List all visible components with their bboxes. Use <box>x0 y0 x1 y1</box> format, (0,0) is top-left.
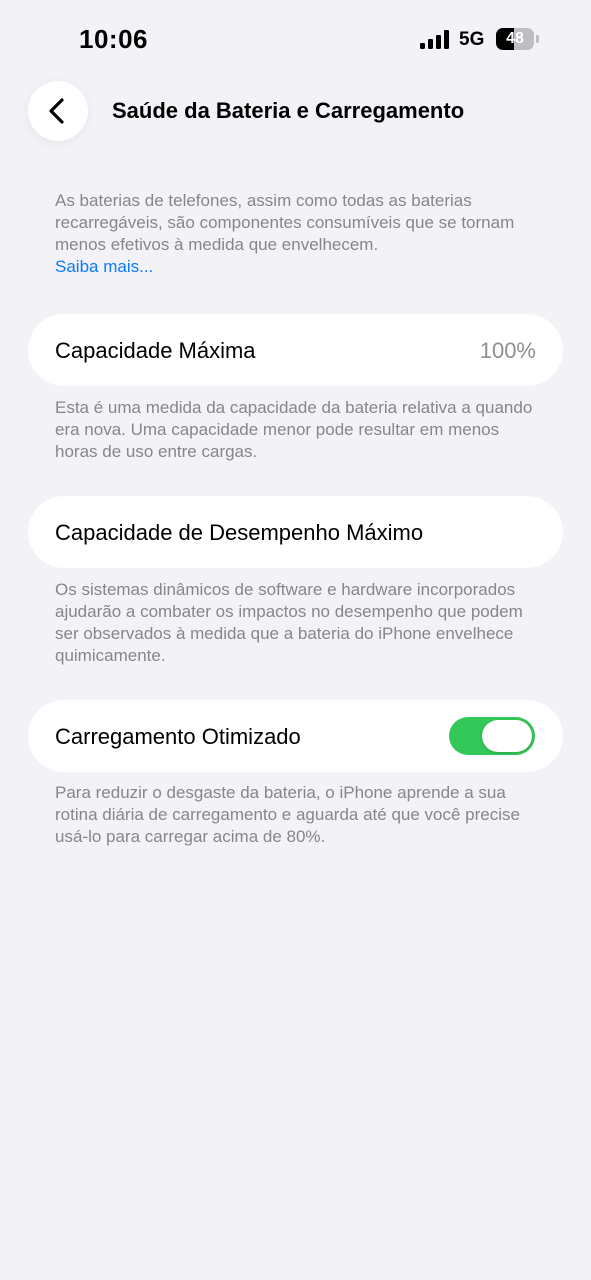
learn-more-link[interactable]: Saiba mais... <box>55 256 545 278</box>
status-bar: 10:06 5G 48 <box>0 0 591 80</box>
page-title: Saúde da Bateria e Carregamento <box>112 98 465 123</box>
optimized-charging-label: Carregamento Otimizado <box>55 724 301 749</box>
toggle-knob <box>482 720 532 752</box>
battery-level: 48 <box>506 30 524 47</box>
max-capacity-value: 100% <box>479 338 536 363</box>
peak-performance-label: Capacidade de Desempenho Máximo <box>55 520 424 545</box>
network-type: 5G <box>459 29 485 50</box>
peak-performance-note: Os sistemas dinâmicos de software e hard… <box>55 580 523 665</box>
max-capacity-row: Capacidade Máxima 100% <box>28 314 563 386</box>
optimized-charging-note: Para reduzir o desgaste da bateria, o iP… <box>55 783 520 846</box>
optimized-charging-row: Carregamento Otimizado <box>28 700 563 772</box>
chevron-left-icon <box>49 98 64 124</box>
intro-text: As baterias de telefones, assim como tod… <box>55 191 515 254</box>
max-capacity-note: Esta é uma medida da capacidade da bater… <box>55 398 533 461</box>
back-button[interactable] <box>28 81 88 141</box>
cellular-signal-icon <box>420 30 449 49</box>
status-time: 10:06 <box>79 24 148 54</box>
intro-description: As baterias de telefones, assim como tod… <box>55 190 545 278</box>
optimized-charging-toggle[interactable] <box>449 717 535 755</box>
battery-body: 48 <box>496 28 534 50</box>
max-capacity-label: Capacidade Máxima <box>55 338 256 363</box>
peak-performance-row: Capacidade de Desempenho Máximo <box>28 496 563 568</box>
battery-icon: 48 <box>496 28 540 50</box>
battery-nub <box>536 35 539 43</box>
